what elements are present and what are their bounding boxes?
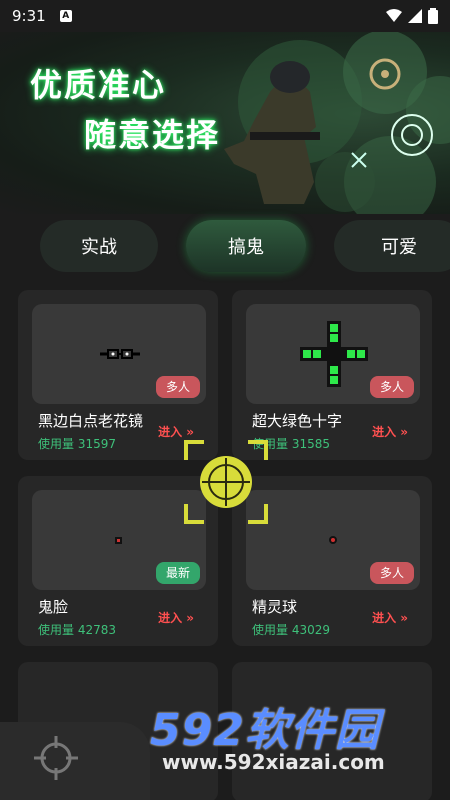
- tag-badge: 多人: [369, 376, 414, 398]
- floating-crosshair-button[interactable]: [182, 438, 270, 526]
- crosshair-preview: 多人: [246, 304, 420, 404]
- banner-title-line2: 随意选择: [84, 116, 221, 154]
- battery-icon: [428, 8, 438, 24]
- crosshair-name: 黑边白点老花镜: [38, 412, 144, 430]
- target-icon[interactable]: [32, 734, 80, 782]
- crosshair-name: 精灵球: [252, 598, 298, 616]
- crosshair-preview: 多人: [246, 490, 420, 590]
- usage-count: 使用量 43029: [252, 623, 330, 637]
- status-icons: [386, 8, 438, 24]
- crosshair-preview: 多人: [32, 304, 206, 404]
- tab-gaogui[interactable]: 搞鬼: [186, 220, 306, 272]
- tag-badge: 多人: [369, 562, 414, 584]
- crosshair-icon: [184, 440, 268, 524]
- wifi-icon: [386, 9, 402, 22]
- crosshair-card[interactable]: 多人 黑边白点老花镜 使用量 31597 进入 »: [18, 290, 218, 460]
- status-time: 9:31: [12, 7, 46, 25]
- watermark: 592软件园 www.592xiazai.com: [140, 690, 450, 800]
- hero-banner: 优质准心 随意选择: [0, 32, 450, 214]
- crosshair-preview: 最新: [32, 490, 206, 590]
- enter-link[interactable]: 进入 »: [372, 609, 408, 626]
- enter-link[interactable]: 进入 »: [158, 609, 194, 626]
- status-bar: 9:31 A: [0, 0, 450, 32]
- signal-icon: [408, 9, 422, 23]
- crosshair-card[interactable]: 多人 超大绿色十字 使用量 31585 进入 »: [232, 290, 432, 460]
- crosshair-name: 鬼脸: [38, 598, 69, 616]
- notification-icon: A: [59, 10, 72, 22]
- tab-keai[interactable]: 可爱: [334, 220, 450, 272]
- watermark-logo: 592软件园: [150, 705, 380, 756]
- tag-badge: 多人: [155, 376, 200, 398]
- tag-badge: 最新: [155, 562, 200, 584]
- watermark-url: www.592xiazai.com: [162, 750, 385, 774]
- bottom-dock: [0, 722, 150, 800]
- enter-link[interactable]: 进入 »: [372, 423, 408, 440]
- usage-count: 使用量 31597: [38, 437, 116, 451]
- usage-count: 使用量 42783: [38, 623, 116, 637]
- category-tabs: 实战 搞鬼 可爱: [0, 220, 450, 274]
- tab-shizhan[interactable]: 实战: [40, 220, 158, 272]
- crosshair-name: 超大绿色十字: [252, 412, 343, 430]
- banner-title-line1: 优质准心: [30, 66, 167, 104]
